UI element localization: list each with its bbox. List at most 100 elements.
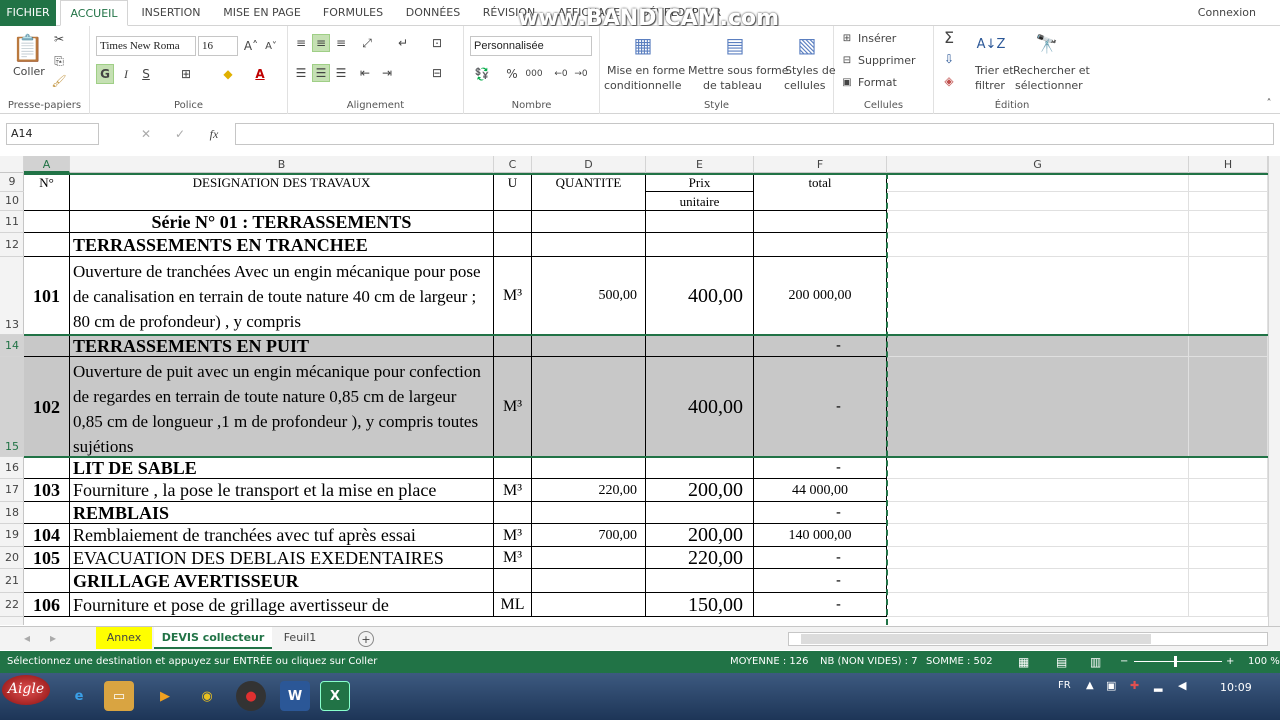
cell-a-11[interactable] [24, 211, 70, 233]
cell-d-15[interactable] [532, 357, 646, 457]
cell-h-21[interactable] [1189, 569, 1268, 593]
tray-app-icon[interactable]: ▣ [1106, 679, 1116, 692]
cell-d-10[interactable] [532, 192, 646, 211]
sheet-tab-feuil1[interactable]: Feuil1 [276, 627, 324, 649]
cell-a-22[interactable]: 106 [24, 593, 70, 617]
sign-in-link[interactable]: Connexion [1198, 6, 1256, 19]
cell-h-11[interactable] [1189, 211, 1268, 233]
prev-sheet-icon[interactable]: ◂ [20, 631, 34, 645]
cell-h-19[interactable] [1189, 524, 1268, 547]
language-indicator[interactable]: FR [1058, 680, 1071, 691]
thousands-button[interactable]: 000 [522, 64, 546, 84]
cell-d-19[interactable]: 700,00 [532, 524, 646, 547]
cell-styles-label-1[interactable]: Styles de [785, 63, 836, 78]
chrome-icon[interactable]: ◉ [192, 681, 222, 711]
increase-indent-icon[interactable]: ⇥ [378, 64, 396, 82]
autosum-icon[interactable]: Σ [940, 28, 958, 47]
cell-a-21[interactable] [24, 569, 70, 593]
format-button[interactable]: Format [858, 75, 897, 90]
cell-d-13[interactable]: 500,00 [532, 257, 646, 335]
row-header-21[interactable]: 21 [0, 569, 24, 593]
cut-icon[interactable]: ✂ [50, 30, 68, 48]
cell-f-20[interactable]: - [754, 547, 887, 569]
tab-donnees[interactable]: DONNÉES [398, 0, 468, 26]
file-explorer-icon[interactable]: ▭ [104, 681, 134, 711]
column-header-h[interactable]: H [1189, 156, 1268, 173]
merge-center-icon[interactable]: ⊟ [428, 64, 446, 82]
sort-filter-label-2[interactable]: filtrer [975, 78, 1005, 93]
row-header-19[interactable]: 19 [0, 524, 24, 547]
cell-d-22[interactable] [532, 593, 646, 617]
name-box[interactable]: A14 [6, 123, 99, 145]
font-color-icon[interactable]: A [250, 64, 270, 84]
table-format-icon[interactable]: ▤ [722, 30, 748, 60]
cell-g-22[interactable] [887, 593, 1189, 617]
cell-c-15[interactable]: M³ [494, 357, 532, 457]
cell-styles-label-2[interactable]: cellules [784, 78, 825, 93]
percent-button[interactable]: % [504, 64, 520, 84]
zoom-thumb[interactable] [1174, 656, 1177, 667]
column-header-a[interactable]: A [24, 156, 70, 173]
row-header-9[interactable]: 9 [0, 173, 24, 192]
cell-a-12[interactable] [24, 233, 70, 257]
tab-insertion[interactable]: INSERTION [133, 0, 209, 26]
table-format-label-2[interactable]: de tableau [703, 78, 762, 93]
font-size-select[interactable]: 16 [198, 36, 238, 56]
tray-security-icon[interactable]: ✚ [1130, 679, 1139, 692]
insert-button[interactable]: Insérer [858, 31, 896, 46]
delete-cells-icon[interactable]: ⊟ [840, 53, 854, 67]
cell-g-19[interactable] [887, 524, 1189, 547]
cell-d-21[interactable] [532, 569, 646, 593]
orientation-icon[interactable]: ⤢ [356, 34, 378, 52]
fill-icon[interactable]: ⇩ [940, 50, 958, 68]
conditional-format-icon[interactable]: ▦ [630, 30, 656, 60]
clear-icon[interactable]: ◈ [940, 72, 958, 90]
cell-d-20[interactable] [532, 547, 646, 569]
number-format-select[interactable]: Personnalisée [470, 36, 592, 56]
cell-c-20[interactable]: M³ [494, 547, 532, 569]
shrink-font-icon[interactable]: A˅ [262, 36, 280, 56]
sheet-tab-annex[interactable]: Annex [96, 627, 152, 649]
cell-h-22[interactable] [1189, 593, 1268, 617]
decrease-indent-icon[interactable]: ⇤ [356, 64, 374, 82]
cell-c-10[interactable] [494, 192, 532, 211]
align-bottom-icon[interactable]: ≡ [332, 34, 350, 52]
wrap-text-icon[interactable]: ↵ [392, 34, 414, 52]
media-player-icon[interactable]: ▶ [150, 681, 180, 711]
row-header-11[interactable]: 11 [0, 211, 24, 233]
worksheet-grid[interactable]: N° DESIGNATION DES TRAVAUX U QUANTITE Prix to… [24, 173, 1268, 625]
table-format-label-1[interactable]: Mettre sous forme [688, 63, 789, 78]
cell-d-9[interactable]: QUANTITE [532, 173, 646, 192]
vertical-scrollbar[interactable] [1268, 156, 1280, 626]
cell-g-14[interactable] [887, 335, 1189, 357]
tab-formules[interactable]: FORMULES [316, 0, 390, 26]
cell-e-20[interactable]: 220,00 [646, 547, 754, 569]
page-break-icon[interactable]: ▥ [1090, 651, 1101, 673]
format-cells-icon[interactable]: ▣ [840, 75, 854, 89]
cell-c-16[interactable] [494, 457, 532, 479]
copy-icon[interactable]: ⎘ [50, 52, 68, 70]
cell-h-18[interactable] [1189, 502, 1268, 524]
find-select-label-2[interactable]: sélectionner [1015, 78, 1083, 93]
cell-a-19[interactable]: 104 [24, 524, 70, 547]
cell-e-12[interactable] [646, 233, 754, 257]
cell-c-13[interactable]: M³ [494, 257, 532, 335]
row-header-16[interactable]: 16 [0, 457, 24, 479]
cell-b-14[interactable]: TERRASSEMENTS EN PUIT [70, 335, 494, 357]
cell-e-15[interactable]: 400,00 [646, 357, 754, 457]
cell-f-14[interactable]: - [754, 335, 887, 357]
cell-f-9[interactable]: total [754, 173, 887, 192]
zoom-level[interactable]: 100 % [1248, 651, 1280, 673]
cell-d-11[interactable] [532, 211, 646, 233]
cell-e-17[interactable]: 200,00 [646, 479, 754, 502]
cell-e-11[interactable] [646, 211, 754, 233]
row-header-13[interactable]: 13 [0, 257, 24, 335]
network-icon[interactable]: ▂ [1154, 679, 1162, 692]
cell-a-20[interactable]: 105 [24, 547, 70, 569]
insert-function-button[interactable]: fx [205, 124, 223, 144]
cell-a-17[interactable]: 103 [24, 479, 70, 502]
cell-h-16[interactable] [1189, 457, 1268, 479]
sheet-tab-devis-collecteur[interactable]: DEVIS collecteur [154, 627, 272, 649]
cell-e-9[interactable]: Prix [646, 173, 754, 192]
row-header-14[interactable]: 14 [0, 335, 24, 357]
